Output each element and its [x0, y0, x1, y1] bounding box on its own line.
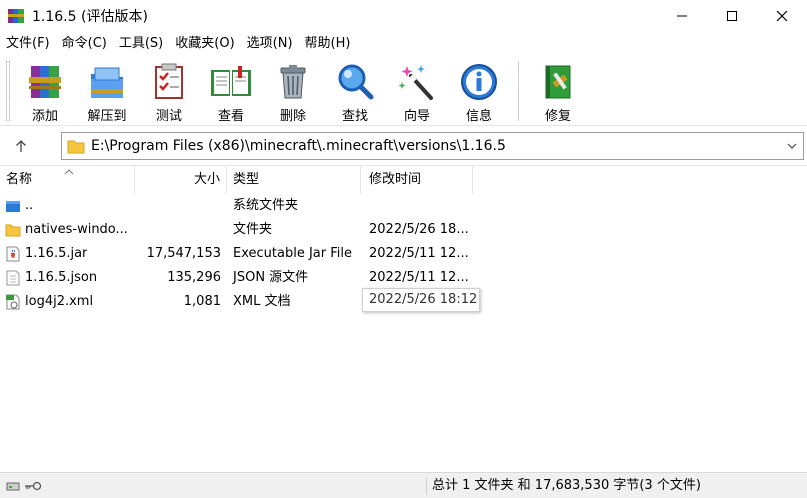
up-folder-button[interactable] [8, 135, 34, 157]
delete-label: 删除 [279, 109, 306, 124]
file-modified: 2022/5/11 12... [369, 270, 469, 285]
modified-time-tooltip: 2022/5/26 18:12 [362, 288, 480, 312]
repair-label: 修复 [544, 109, 571, 124]
wizard-wand-icon [397, 62, 437, 102]
file-modified: 2022/5/26 18... [369, 222, 469, 237]
file-type: 系统文件夹 [233, 198, 299, 213]
file-type: JSON 源文件 [233, 270, 309, 285]
status-separator [426, 477, 427, 495]
parent-folder-icon [6, 201, 20, 212]
toolbar-grip[interactable] [6, 61, 10, 121]
find-label: 查找 [341, 109, 368, 124]
toolbar: 添加 解压到 测试 查看 删除 查找 向导 信息 修复 [0, 56, 807, 126]
address-path: E:\Program Files (x86)\minecraft\.minecr… [91, 138, 506, 154]
column-modified-label: 修改时间 [369, 172, 422, 187]
address-row: E:\Program Files (x86)\minecraft\.minecr… [0, 129, 807, 163]
file-list: 名称 大小 类型 修改时间 .. 系统文件夹 natives-windo... … [0, 165, 807, 470]
menu-favorites[interactable]: 收藏夹(O) [169, 32, 240, 56]
file-type: XML 文档 [233, 294, 291, 309]
view-button[interactable]: 查看 [200, 56, 262, 124]
folder-icon [5, 224, 21, 237]
xml-file-icon [6, 294, 20, 310]
column-type-label: 类型 [233, 172, 260, 187]
address-dropdown-button[interactable] [783, 136, 801, 156]
status-bar: 总计 1 文件夹 和 17,683,530 字节(3 个文件) [0, 472, 807, 498]
column-size[interactable]: 大小 [135, 166, 227, 194]
close-button[interactable] [757, 0, 807, 32]
file-size: 17,547,153 [146, 246, 221, 261]
add-button[interactable]: 添加 [14, 56, 76, 124]
file-modified: 2022/5/11 12... [369, 246, 469, 261]
extract-to-button[interactable]: 解压到 [76, 56, 138, 124]
arrow-up-icon [16, 140, 26, 152]
file-name: natives-windo... [25, 222, 128, 237]
file-type: Executable Jar File [233, 246, 352, 261]
winrar-app-icon [8, 8, 24, 24]
table-row[interactable]: 1.16.5.json 135,296 JSON 源文件 2022/5/11 1… [0, 266, 807, 290]
delete-button[interactable]: 删除 [262, 56, 324, 124]
column-name[interactable]: 名称 [0, 166, 135, 194]
extract-to-icon [87, 62, 127, 102]
chevron-down-icon [787, 143, 797, 149]
json-file-icon [6, 270, 20, 286]
file-size: 1,081 [183, 294, 221, 309]
trash-icon [273, 62, 313, 102]
window-title: 1.16.5 (评估版本) [32, 9, 148, 25]
info-label: 信息 [465, 109, 492, 124]
folder-icon [67, 140, 85, 154]
menu-options[interactable]: 选项(N) [241, 32, 299, 56]
column-size-label: 大小 [193, 172, 220, 187]
title-bar: 1.16.5 (评估版本) [0, 0, 807, 32]
file-modified [361, 194, 473, 218]
minimize-button[interactable] [657, 0, 707, 32]
wizard-label: 向导 [403, 109, 430, 124]
key-icon[interactable] [24, 480, 42, 492]
column-name-label: 名称 [6, 172, 33, 187]
repair-book-icon [538, 62, 578, 102]
file-name: .. [25, 198, 34, 213]
close-icon [776, 10, 788, 22]
table-row[interactable]: 1.16.5.jar 17,547,153 Executable Jar Fil… [0, 242, 807, 266]
file-name: 1.16.5.json [25, 270, 98, 285]
test-button[interactable]: 测试 [138, 56, 200, 124]
file-size: 135,296 [167, 270, 221, 285]
drive-icon [6, 482, 20, 490]
test-icon [149, 62, 189, 102]
find-button[interactable]: 查找 [324, 56, 386, 124]
add-archive-icon [25, 62, 65, 102]
maximize-icon [727, 11, 737, 21]
magnifier-icon [335, 62, 375, 102]
status-summary: 总计 1 文件夹 和 17,683,530 字节(3 个文件) [432, 478, 701, 493]
view-label: 查看 [217, 109, 244, 124]
file-type: 文件夹 [233, 222, 273, 237]
menu-file[interactable]: 文件(F) [0, 32, 56, 56]
column-type[interactable]: 类型 [227, 166, 361, 194]
minimize-icon [677, 15, 687, 17]
menu-tools[interactable]: 工具(S) [113, 32, 169, 56]
toolbar-separator [518, 61, 519, 121]
jar-file-icon [6, 246, 20, 262]
file-name: 1.16.5.jar [25, 246, 88, 261]
menu-help[interactable]: 帮助(H) [299, 32, 357, 56]
info-button[interactable]: 信息 [448, 56, 510, 124]
extract-to-label: 解压到 [87, 109, 127, 124]
table-row[interactable]: .. 系统文件夹 [0, 194, 807, 218]
add-label: 添加 [31, 109, 58, 124]
test-label: 测试 [155, 109, 182, 124]
menu-commands[interactable]: 命令(C) [56, 32, 113, 56]
sort-ascending-icon [64, 169, 74, 175]
info-icon [459, 62, 499, 102]
repair-button[interactable]: 修复 [527, 56, 589, 124]
table-row[interactable]: natives-windo... 文件夹 2022/5/26 18... [0, 218, 807, 242]
view-book-icon [211, 62, 251, 102]
column-modified[interactable]: 修改时间 [361, 166, 473, 194]
file-name: log4j2.xml [25, 294, 94, 309]
menu-bar: 文件(F) 命令(C) 工具(S) 收藏夹(O) 选项(N) 帮助(H) [0, 32, 807, 56]
address-bar[interactable]: E:\Program Files (x86)\minecraft\.minecr… [61, 132, 804, 160]
file-size [135, 194, 227, 218]
file-size [135, 218, 227, 242]
wizard-button[interactable]: 向导 [386, 56, 448, 124]
maximize-button[interactable] [707, 0, 757, 32]
column-header: 名称 大小 类型 修改时间 [0, 166, 807, 194]
